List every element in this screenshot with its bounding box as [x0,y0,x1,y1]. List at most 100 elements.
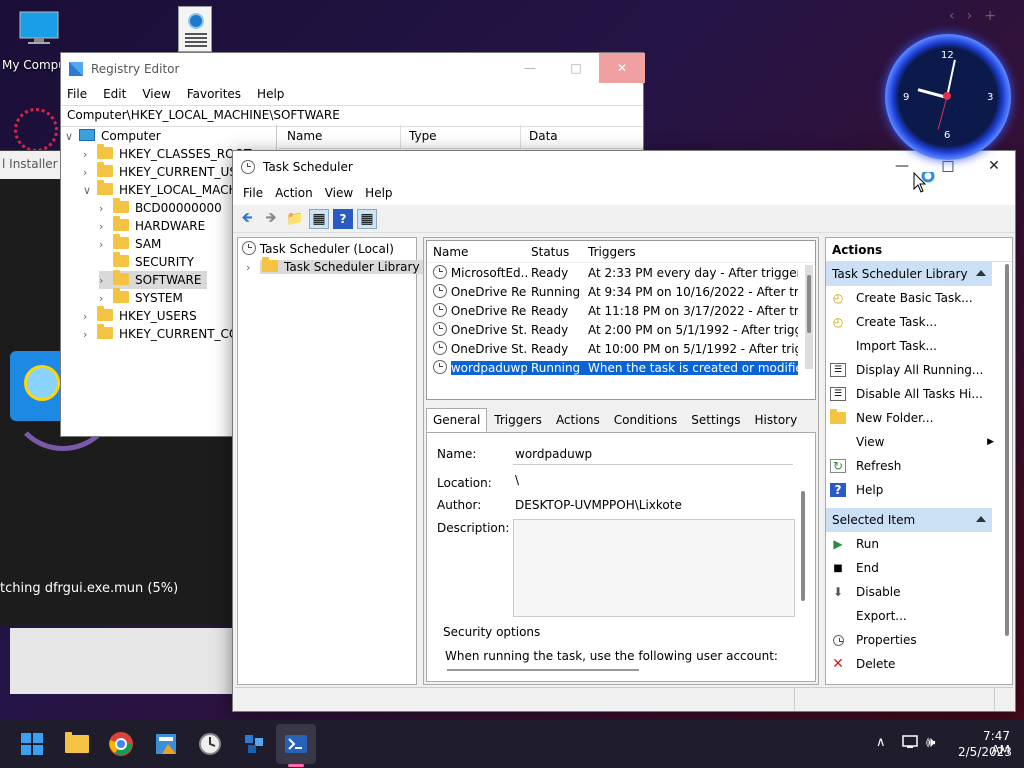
close-button[interactable]: ✕ [599,53,645,83]
action-properties[interactable]: Properties [826,628,1012,652]
task-row-selected[interactable]: wordpaduwp Running When the task is create… [427,358,815,377]
tree-hku[interactable]: › HKEY_USERS [83,306,197,325]
column-name[interactable]: Name [427,245,527,259]
action-display-running[interactable]: ☰ Display All Running... [826,358,1012,382]
task-row[interactable]: OneDrive Re... Ready At 11:18 PM on 3/17/2… [427,301,815,320]
html-document-icon[interactable] [178,6,212,52]
menu-file[interactable]: File [237,183,269,205]
menu-view[interactable]: View [319,183,359,205]
clock-gadget[interactable]: 12 3 6 9 [885,34,1011,160]
menu-help[interactable]: Help [359,183,398,205]
my-computer-icon[interactable] [18,10,60,46]
tree-bcd[interactable]: › BCD00000000 [99,198,222,217]
section-library-header[interactable]: Task Scheduler Library [826,262,992,286]
tree-hklm[interactable]: ∨ HKEY_LOCAL_MACHI [83,180,241,199]
details-scrollbar[interactable] [801,491,805,601]
tree-software[interactable]: › SOFTWARE [99,270,208,289]
action-new-folder[interactable]: New Folder... [826,406,1012,430]
minimize-button[interactable]: — [507,53,553,83]
menu-edit[interactable]: Edit [103,87,126,103]
tree-computer[interactable]: ∨ Computer [65,127,161,145]
action-export[interactable]: Export... [826,604,1012,628]
action-create-task[interactable]: ◴ Create Task... [826,310,1012,334]
menu-help[interactable]: Help [257,87,284,103]
action-import-task[interactable]: Import Task... [826,334,1012,358]
registry-titlebar[interactable]: Registry Editor — □ ✕ [61,53,645,85]
tree-hkcr[interactable]: › HKEY_CLASSES_ROOT [83,144,251,163]
tree-security[interactable]: SECURITY [99,252,194,271]
action-delete[interactable]: ✕ Delete [826,652,1012,676]
menu-action[interactable]: Action [269,183,319,205]
clock-date[interactable]: 2/5/2023 [958,745,1012,759]
action-view[interactable]: View ▶ [826,430,1012,454]
column-data[interactable]: Data [521,125,643,148]
file-explorer-icon[interactable] [63,730,91,758]
chrome-icon[interactable] [107,730,135,758]
tab-actions[interactable]: Actions [549,408,607,432]
powershell-icon[interactable] [276,724,316,764]
tab-general[interactable]: General [426,408,488,432]
menu-favorites[interactable]: Favorites [187,87,241,103]
tree-system[interactable]: › SYSTEM [99,288,183,307]
column-triggers[interactable]: Triggers [584,245,798,259]
tray-overflow-icon[interactable]: ∧ [876,735,886,750]
tab-triggers[interactable]: Triggers [487,408,549,432]
action-create-basic-task[interactable]: ◴ Create Basic Task... [826,286,1012,310]
description-field[interactable] [513,519,795,617]
action-run[interactable]: ▶ Run [826,532,1012,556]
chevron-down-icon[interactable]: ∨ [65,128,79,146]
desktop-ornament-icon[interactable] [14,108,58,152]
task-icon [433,341,447,355]
back-icon[interactable]: 🡸 [237,209,257,229]
task-scheduler-taskbar-icon[interactable] [196,730,224,758]
tree-hkcu[interactable]: › HKEY_CURRENT_USER [83,162,253,181]
disable-history-icon: ☰ [830,387,846,401]
column-type[interactable]: Type [401,125,521,148]
scheduler-titlebar[interactable]: Task Scheduler — □ ✕ [233,151,1015,183]
menu-view[interactable]: View [142,87,170,103]
column-status[interactable]: Status [527,245,584,259]
status-bar [235,687,1013,710]
volume-icon[interactable]: 🕪 [926,733,935,751]
menu-file[interactable]: File [67,87,87,103]
network-icon[interactable] [902,734,920,753]
tree-hkcc[interactable]: › HKEY_CURRENT_CON [83,324,247,343]
task-list-scrollbar[interactable] [805,265,813,369]
tree-scheduler-local[interactable]: Task Scheduler (Local) [242,240,394,258]
tree-sam[interactable]: › SAM [99,234,161,253]
action-disable[interactable]: ⬇ Disable [826,580,1012,604]
maximize-button[interactable]: □ [553,53,599,83]
column-name[interactable]: Name [279,125,401,148]
tab-history[interactable]: History [748,408,805,432]
tab-conditions[interactable]: Conditions [607,408,685,432]
collapse-icon[interactable] [976,270,986,276]
start-icon[interactable] [18,730,46,758]
forward-icon[interactable]: 🡺 [261,209,281,229]
help-icon[interactable]: ? [333,208,353,229]
close-button[interactable]: ✕ [971,151,1017,181]
action-disable-all-history[interactable]: ☰ Disable All Tasks Hi... [826,382,1012,406]
collapse-icon[interactable] [976,516,986,522]
actions-scrollbar[interactable] [1005,264,1009,636]
tree-hardware[interactable]: › HARDWARE [99,216,205,235]
show-action-pane-icon[interactable]: ▦ [357,208,377,229]
task-row[interactable]: OneDrive St... Ready At 2:00 PM on 5/1/199… [427,320,815,339]
task-row[interactable]: OneDrive Re... Running At 9:34 PM on 10/16… [427,282,815,301]
action-end[interactable]: ■ End [826,556,1012,580]
chevron-right-icon[interactable]: › [246,259,260,277]
section-selected-header[interactable]: Selected Item [826,508,992,532]
task-row[interactable]: MicrosoftEd... Ready At 2:33 PM every day … [427,263,815,282]
registry-editor-taskbar-icon[interactable] [240,730,268,758]
address-bar[interactable]: Computer\HKEY_LOCAL_MACHINE\SOFTWARE [61,105,643,127]
details-hscrollbar[interactable] [447,669,639,671]
up-folder-icon[interactable]: 📁 [285,209,305,229]
task-row[interactable]: OneDrive St... Ready At 10:00 PM on 5/1/19… [427,339,815,358]
installer-app-icon[interactable] [152,730,180,758]
tab-settings[interactable]: Settings [684,408,747,432]
show-hide-tree-icon[interactable]: ▦ [309,208,329,229]
action-help[interactable]: ? Help [826,478,1012,502]
status-segment [795,688,995,710]
gadget-nav[interactable]: ‹›+ [949,8,1008,24]
action-refresh[interactable]: ↻ Refresh [826,454,1012,478]
tree-library[interactable]: › Task Scheduler Library [246,257,424,277]
